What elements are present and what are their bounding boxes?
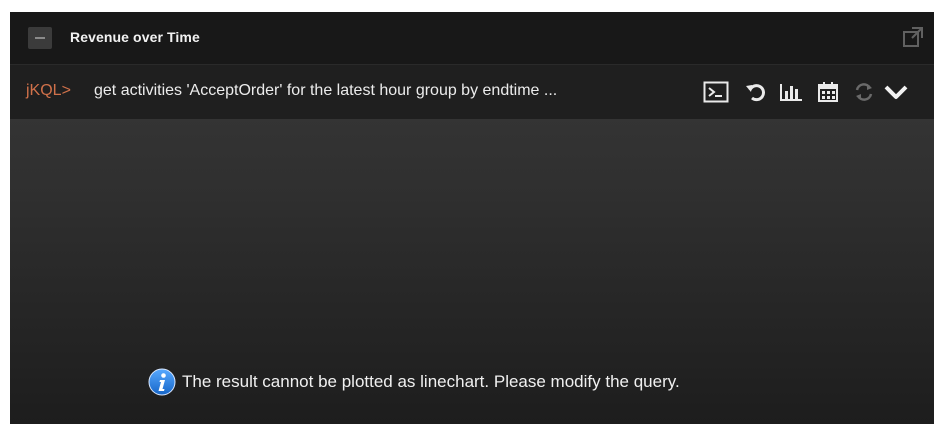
refresh-icon[interactable] [852,79,876,105]
info-message: The result cannot be plotted as linechar… [148,368,680,396]
query-input[interactable]: get activities 'AcceptOrder' for the lat… [94,82,557,100]
query-bar: jKQL> get activities 'AcceptOrder' for t… [10,65,934,119]
chevron-down-icon[interactable] [882,79,910,105]
info-icon [148,368,176,396]
undo-icon[interactable] [744,79,768,105]
widget-header: Revenue over Time [10,12,934,65]
popout-icon[interactable] [902,26,924,48]
collapse-button[interactable] [28,27,52,49]
widget-title: Revenue over Time [70,29,200,45]
query-prompt: jKQL> [26,82,71,99]
message-text: The result cannot be plotted as linechar… [182,372,680,391]
widget-panel: Revenue over Time jKQL> get activities '… [10,12,934,424]
calendar-icon[interactable] [816,79,840,105]
bar-chart-icon[interactable] [778,79,804,105]
console-icon[interactable] [702,79,730,105]
